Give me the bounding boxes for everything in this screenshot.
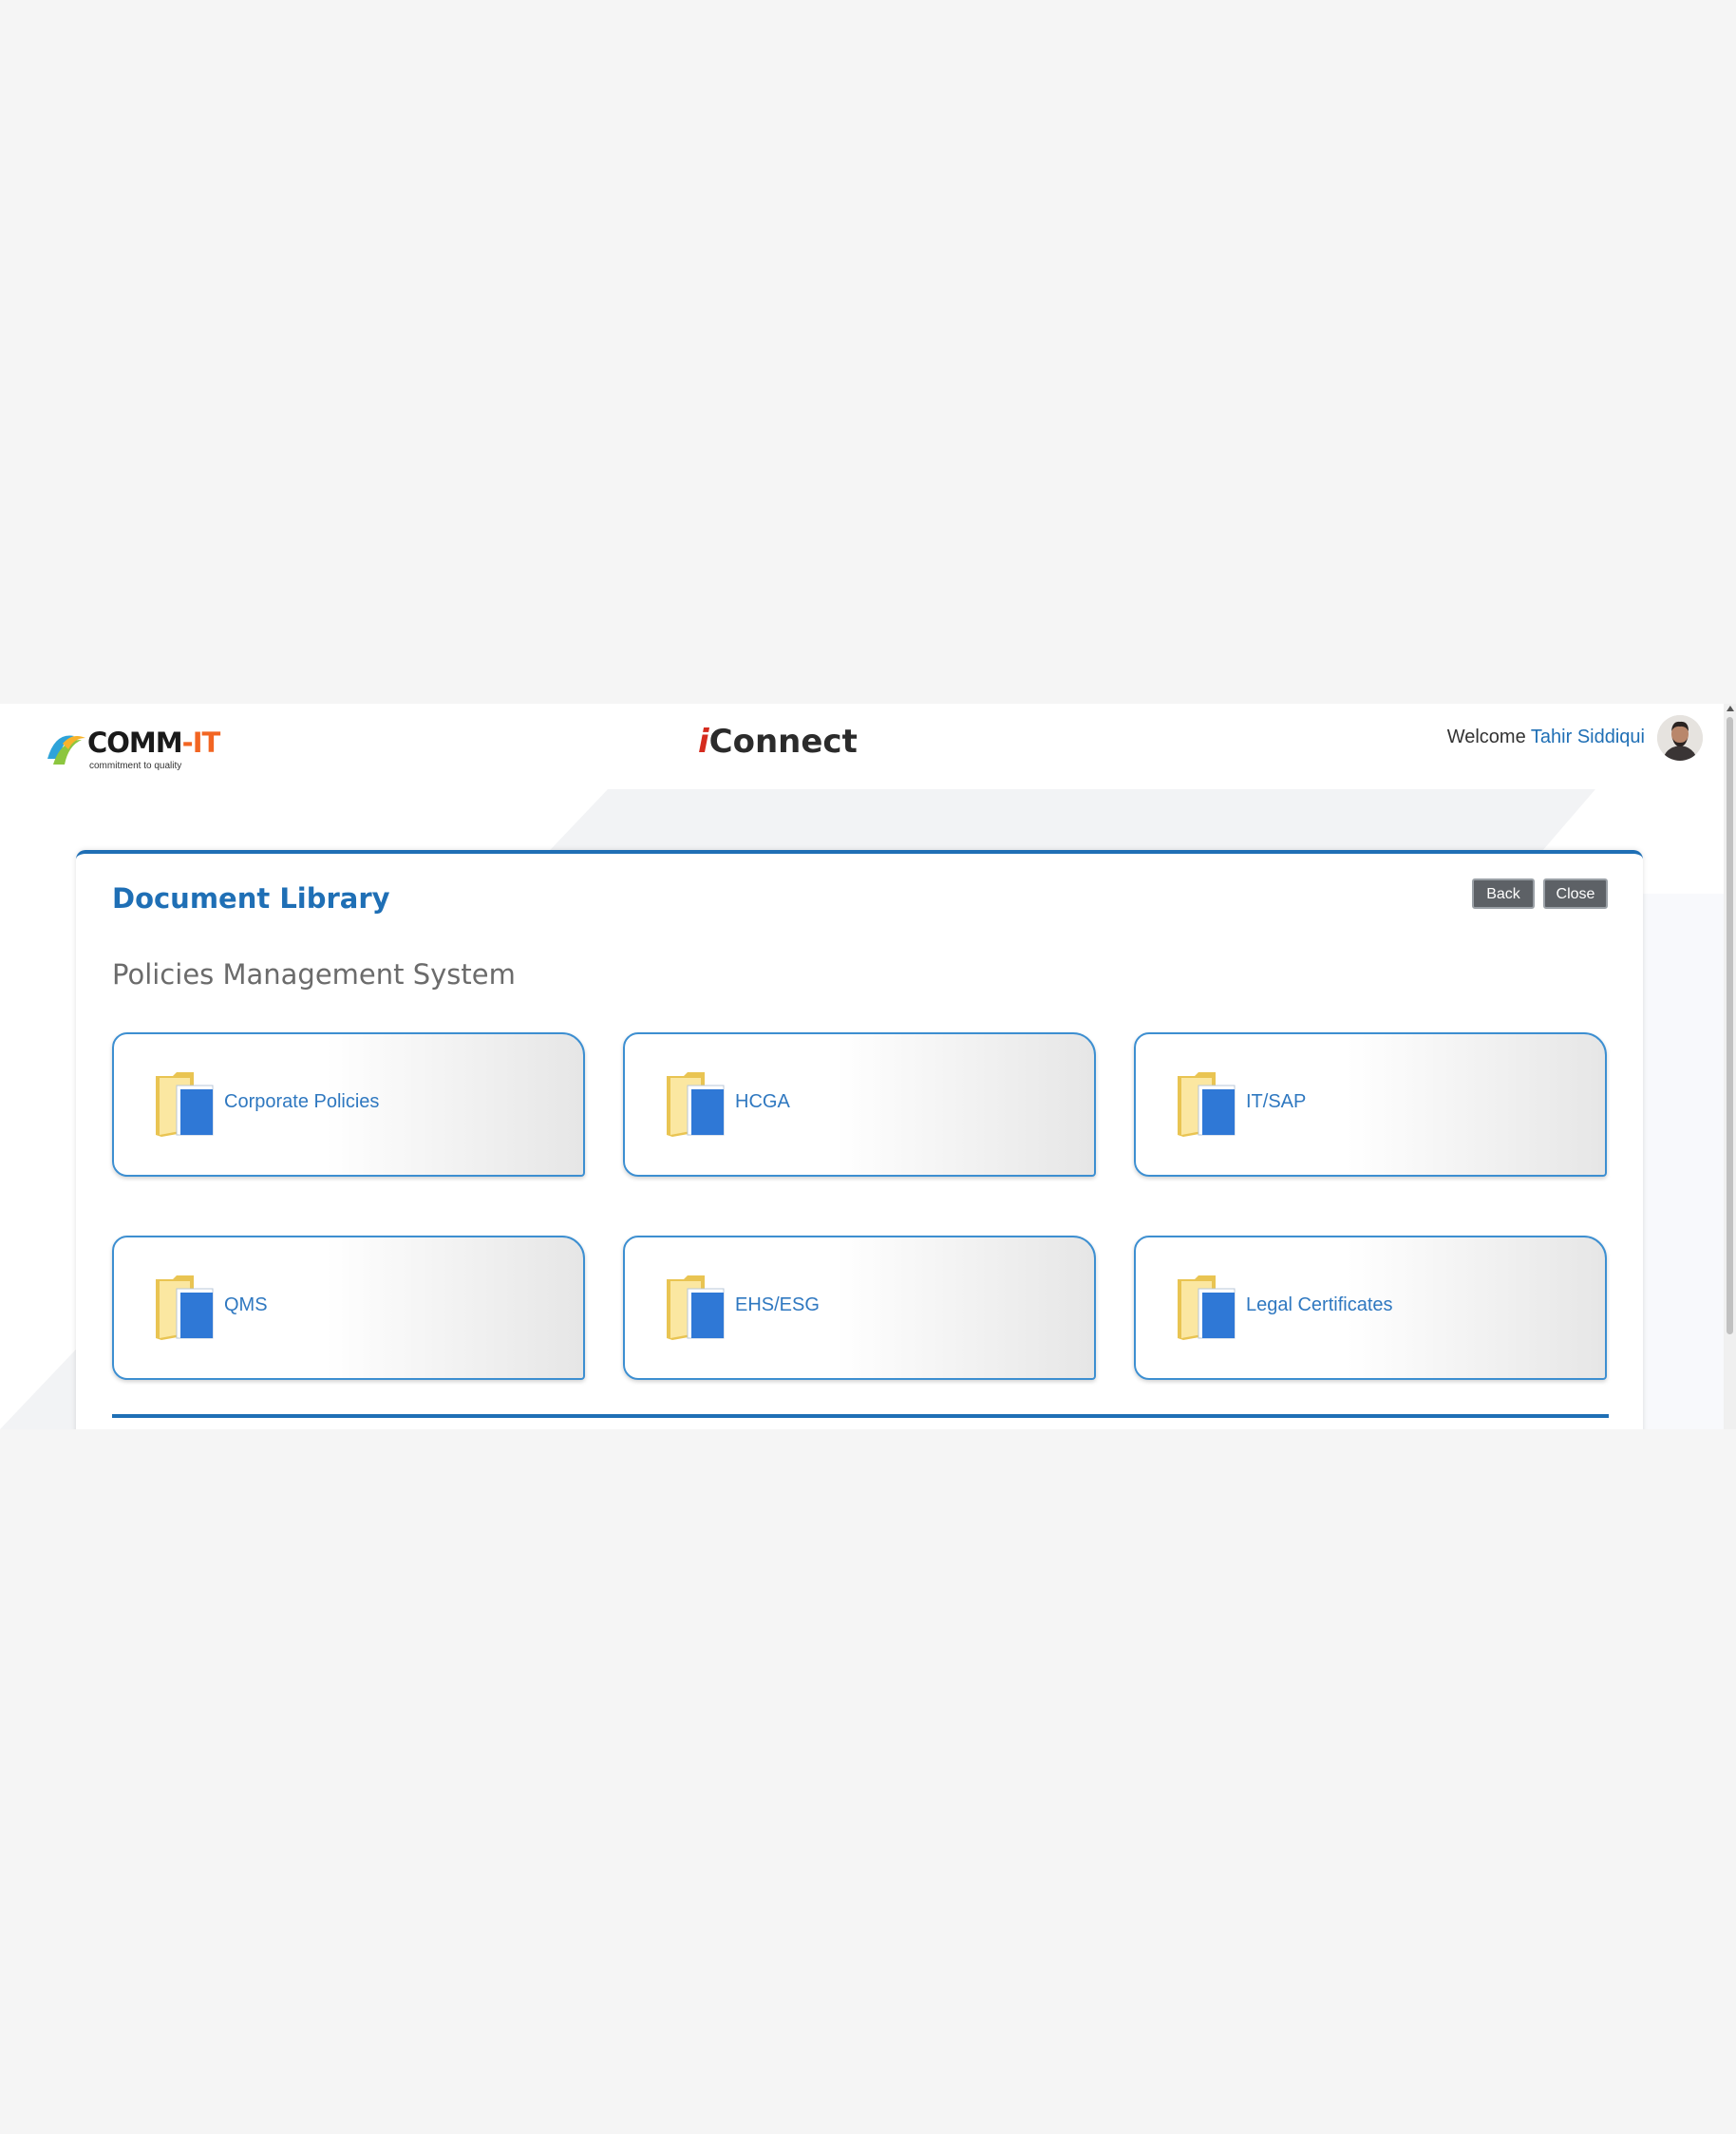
panel-divider [112, 1414, 1609, 1418]
tile-label: IT/SAP [1246, 1091, 1307, 1112]
tile-label: EHS/ESG [735, 1294, 820, 1315]
folder-icon [667, 1072, 725, 1137]
close-button[interactable]: Close [1543, 878, 1608, 909]
welcome-message: Welcome Tahir Siddiqui [1447, 727, 1645, 748]
company-logo[interactable]: COMM-IT commitment to quality [46, 725, 226, 780]
tile-legal-certificates[interactable]: Legal Certificates [1134, 1236, 1607, 1380]
logo-text: COMM-IT [87, 727, 220, 759]
tile-corporate-policies[interactable]: Corporate Policies [112, 1032, 585, 1177]
avatar-photo-icon [1657, 715, 1703, 761]
logo-tagline: commitment to quality [89, 761, 182, 771]
folder-icon [667, 1275, 725, 1340]
brand-name: Connect [708, 723, 858, 761]
scroll-up-arrow-icon[interactable] [1727, 706, 1734, 711]
logo-swoosh-icon [47, 735, 85, 765]
folder-icon [1178, 1072, 1236, 1137]
section-subtitle: Policies Management System [112, 958, 516, 991]
folder-icon [156, 1275, 214, 1340]
tile-label: HCGA [735, 1091, 790, 1112]
scrollbar-thumb[interactable] [1727, 717, 1733, 1334]
app-window: COMM-IT commitment to quality iConnect W… [0, 704, 1736, 1429]
back-button[interactable]: Back [1472, 878, 1535, 909]
app-brand-title: iConnect [698, 723, 858, 761]
tile-qms[interactable]: QMS [112, 1236, 585, 1380]
user-avatar[interactable] [1657, 715, 1703, 761]
tile-label: Legal Certificates [1246, 1294, 1393, 1315]
user-name[interactable]: Tahir Siddiqui [1531, 727, 1645, 747]
tile-hcga[interactable]: HCGA [623, 1032, 1096, 1177]
folder-icon [156, 1072, 214, 1137]
tile-label: QMS [224, 1294, 268, 1315]
vertical-scrollbar[interactable] [1724, 704, 1736, 1429]
folder-icon [1178, 1275, 1236, 1340]
brand-prefix: i [698, 723, 709, 761]
panel-title: Document Library [112, 882, 390, 915]
tile-ehs-esg[interactable]: EHS/ESG [623, 1236, 1096, 1380]
category-tiles: Corporate Policies HCGA IT/SAP QMS EHS/E… [112, 1032, 1609, 1384]
tile-it-sap[interactable]: IT/SAP [1134, 1032, 1607, 1177]
welcome-label: Welcome [1446, 727, 1526, 747]
tile-label: Corporate Policies [224, 1091, 380, 1112]
document-library-panel: Document Library Back Close Policies Man… [76, 850, 1643, 1429]
